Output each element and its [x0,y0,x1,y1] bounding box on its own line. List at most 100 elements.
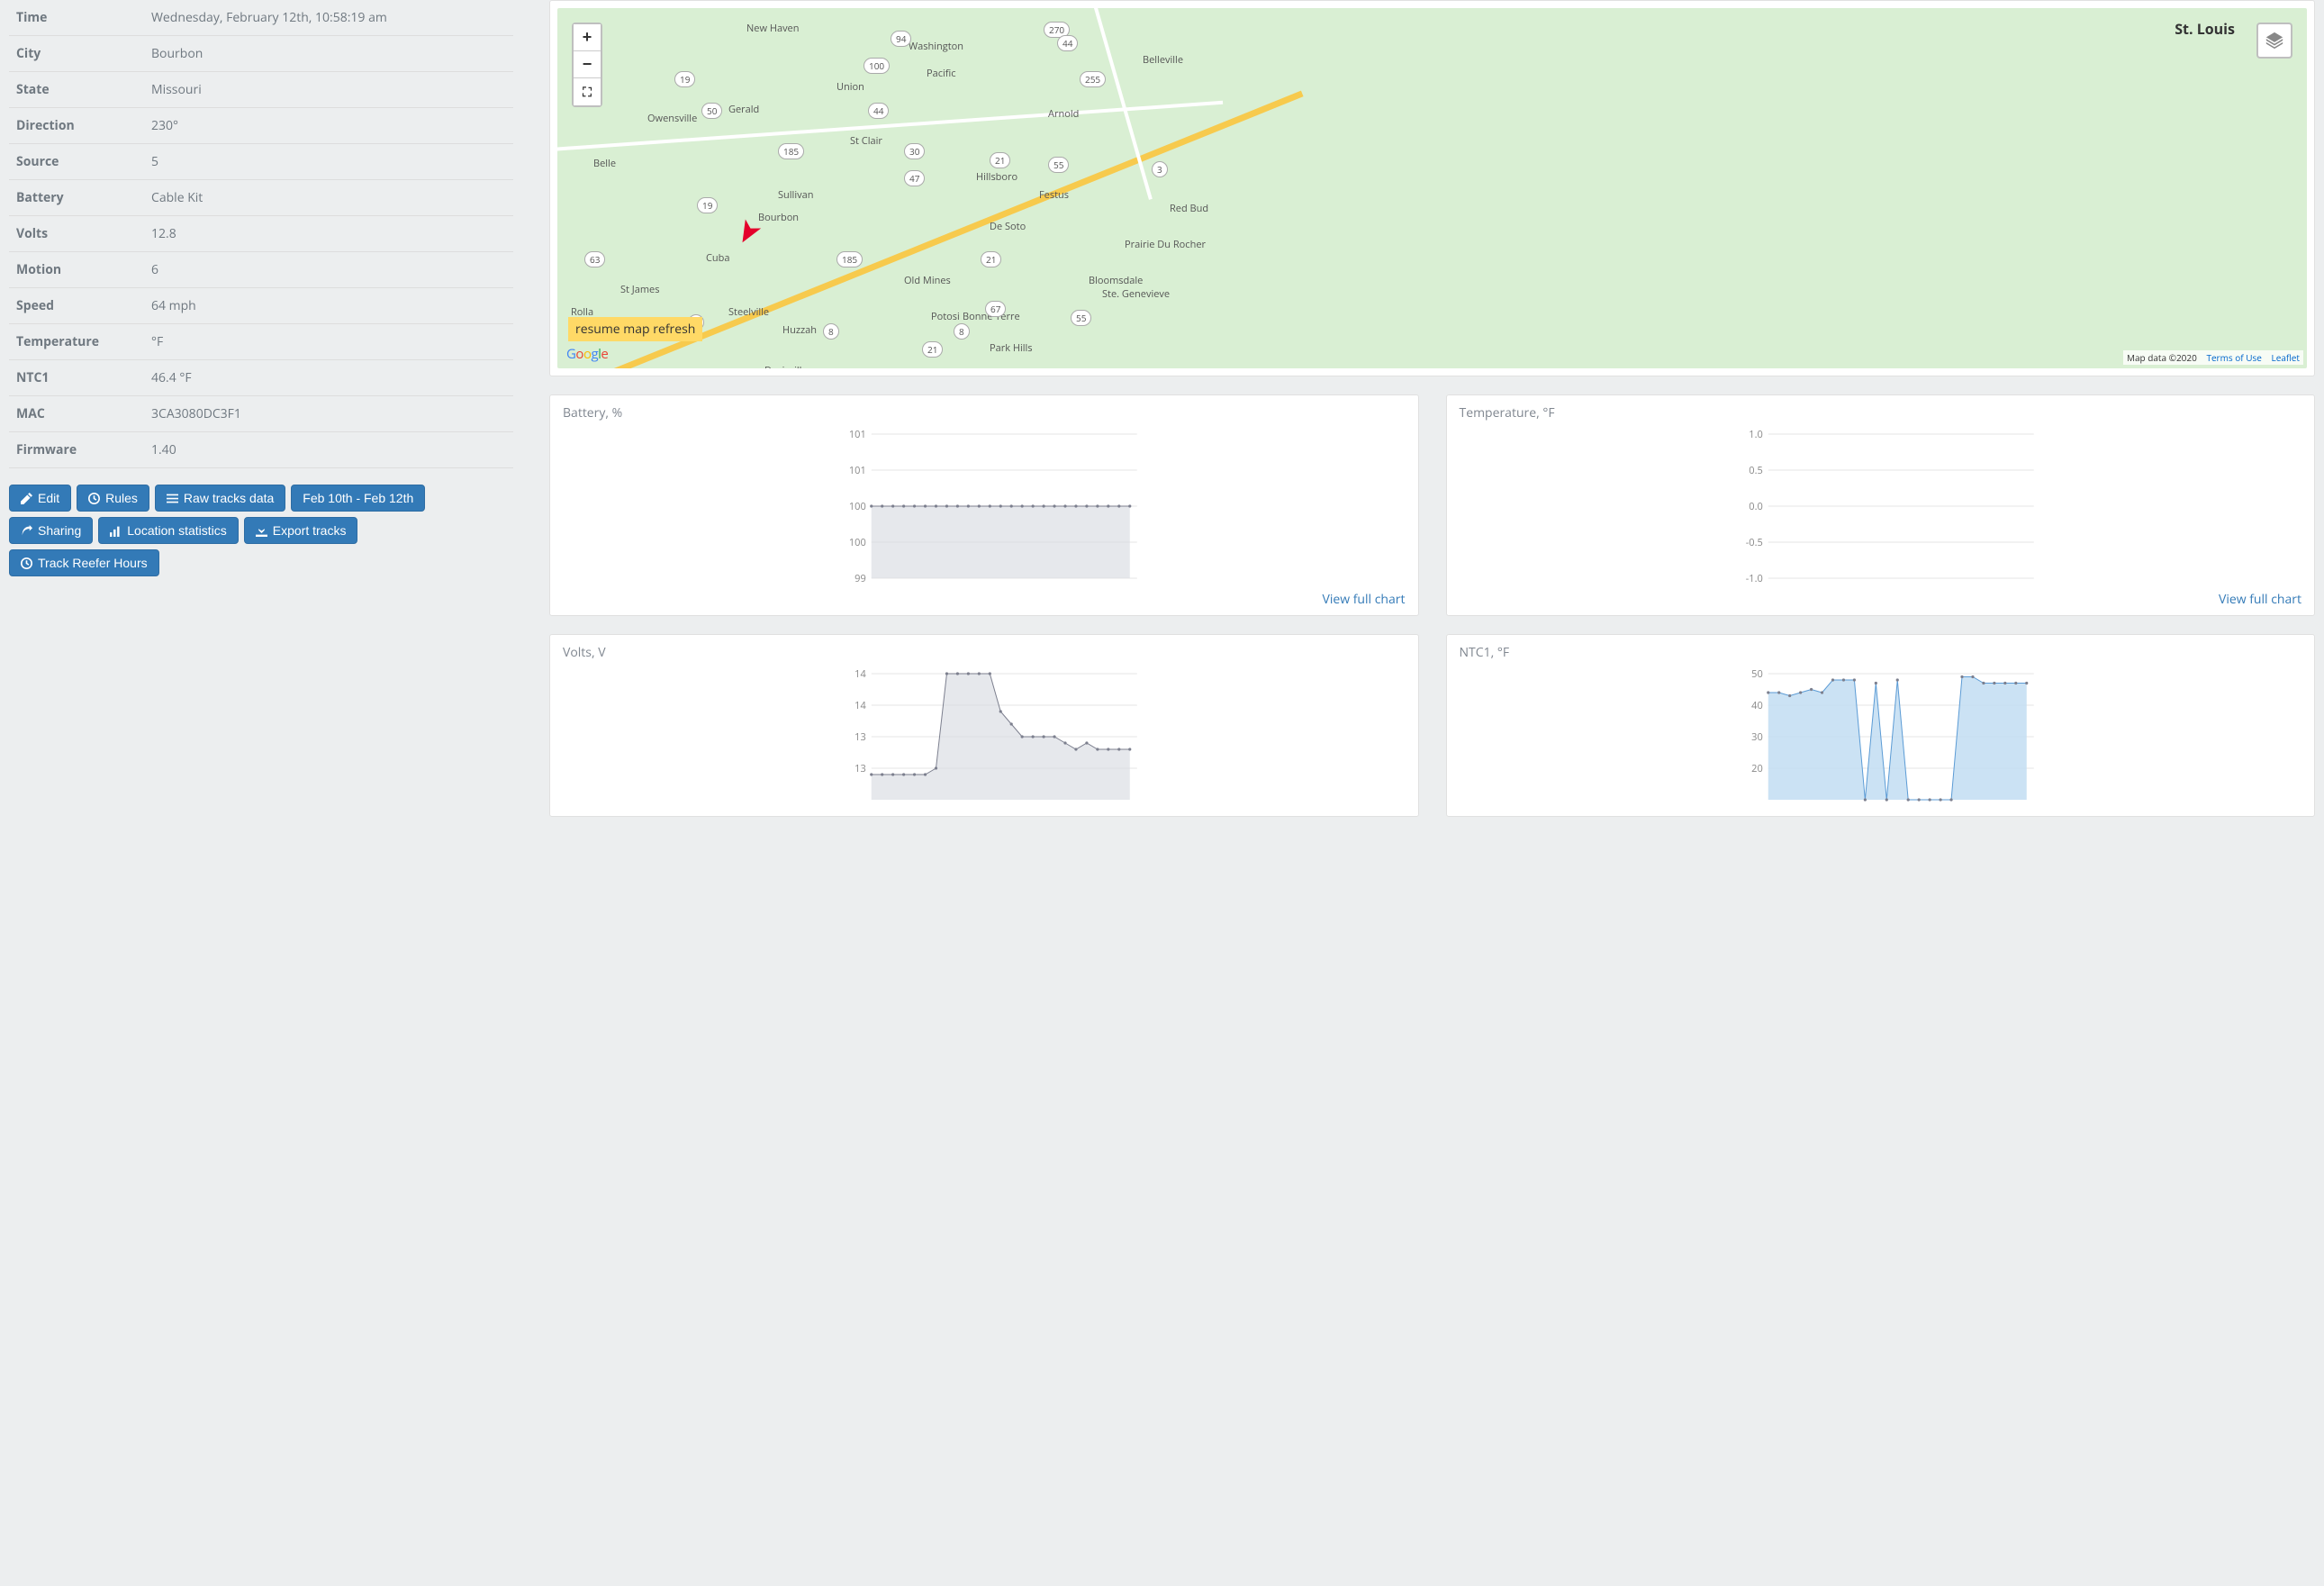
detail-value: 6 [144,252,513,288]
detail-value: 5 [144,144,513,180]
map-city-label: Owensville [647,112,697,125]
action-bar: Edit Rules Raw tracks data Feb 10th - Fe… [9,485,513,576]
export-tracks-button[interactable]: Export tracks [244,517,358,544]
svg-text:100: 100 [849,500,866,513]
rules-button[interactable]: Rules [77,485,149,512]
map-route-badge: 44 [868,103,889,119]
zoom-in-button[interactable]: + [574,24,601,51]
fullscreen-button[interactable]: ⛶ [574,78,601,105]
map-city-label: Belleville [1143,53,1183,67]
map-route-badge: 8 [954,323,970,340]
detail-label: City [9,36,144,72]
map-layers-button[interactable] [2256,23,2292,59]
svg-text:0.0: 0.0 [1749,500,1762,513]
detail-label: NTC1 [9,360,144,396]
terms-link[interactable]: Terms of Use [2206,351,2261,364]
detail-label: Battery [9,180,144,216]
zoom-out-button[interactable]: − [574,51,601,78]
map-city-label: Arnold [1048,107,1079,121]
date-range-button[interactable]: Feb 10th - Feb 12th [291,485,425,512]
map-route-badge: 255 [1080,71,1106,87]
map-route-badge: 19 [697,197,718,213]
map-city-label: Union [836,80,864,94]
detail-value: 64 mph [144,288,513,324]
detail-value: 3CA3080DC3F1 [144,396,513,432]
map-city-label: St James [620,283,659,296]
map-route-badge: 55 [1048,157,1069,173]
date-label: Feb 10th - Feb 12th [303,491,413,505]
svg-text:0.5: 0.5 [1749,464,1762,477]
battery-full-chart-link[interactable]: View full chart [563,591,1406,608]
map-city-label: De Soto [990,220,1026,233]
detail-value: Missouri [144,72,513,108]
map-city-label: Davisville [764,364,808,368]
svg-text:13: 13 [855,730,866,744]
map-city-label: Festus [1039,188,1069,202]
map-zoom-controls: + − ⛶ [572,23,602,107]
svg-text:101: 101 [849,428,866,441]
detail-row: StateMissouri [9,72,513,108]
detail-label: Firmware [9,432,144,468]
svg-text:30: 30 [1751,730,1763,744]
track-reefer-button[interactable]: Track Reefer Hours [9,549,159,576]
detail-row: Speed64 mph [9,288,513,324]
detail-value: Bourbon [144,36,513,72]
leaflet-link[interactable]: Leaflet [2272,351,2300,364]
sharing-label: Sharing [38,523,81,538]
svg-text:100: 100 [849,536,866,549]
detail-row: TimeWednesday, February 12th, 10:58:19 a… [9,0,513,36]
map-city-label: Pacific [927,67,956,80]
battery-chart[interactable]: 99100100101101 [563,425,1406,587]
map-city-label: Bourbon [758,211,799,224]
map-route-badge: 30 [904,143,925,159]
map-city-label: Old Mines [904,274,951,287]
raw-label: Raw tracks data [184,491,274,505]
temperature-chart[interactable]: -1.0-0.50.00.51.0 [1460,425,2302,587]
detail-row: BatteryCable Kit [9,180,513,216]
bar-chart-icon [110,525,122,537]
edit-button[interactable]: Edit [9,485,71,512]
map-city-label: Belle [593,157,616,170]
ntc1-chart[interactable]: 20304050 [1460,665,2302,809]
temperature-full-chart-link[interactable]: View full chart [1460,591,2302,608]
map-city-label: Huzzah [782,323,817,337]
map-route-badge: 8 [823,323,839,340]
map-route-badge: 21 [990,152,1010,168]
pencil-icon [21,493,32,504]
svg-text:14: 14 [855,699,866,712]
detail-label: State [9,72,144,108]
svg-text:14: 14 [855,667,866,681]
map-route-badge: 94 [891,31,911,47]
detail-label: Volts [9,216,144,252]
detail-value: Wednesday, February 12th, 10:58:19 am [144,0,513,36]
volts-chart[interactable]: 13131414 [563,665,1406,809]
map-route-badge: 21 [922,341,943,358]
detail-label: Speed [9,288,144,324]
details-table: TimeWednesday, February 12th, 10:58:19 a… [9,0,513,468]
clock-icon [21,557,32,569]
map-route-badge: 3 [1152,161,1168,177]
map-route-badge: 100 [864,58,890,74]
map-card: St. Louis New HavenWashingtonUnionGerald… [549,0,2315,376]
detail-value: Cable Kit [144,180,513,216]
sharing-button[interactable]: Sharing [9,517,93,544]
google-logo: Google [566,345,608,363]
map[interactable]: St. Louis New HavenWashingtonUnionGerald… [557,8,2307,368]
detail-value: °F [144,324,513,360]
map-route-badge: 19 [674,71,695,87]
detail-label: Motion [9,252,144,288]
svg-text:-0.5: -0.5 [1745,536,1762,549]
ntc1-chart-title: NTC1, °F [1460,644,2302,661]
battery-chart-card: Battery, % 99100100101101 View full char… [549,394,1419,616]
map-city-label: Steelville [728,305,769,319]
location-stats-button[interactable]: Location statistics [98,517,239,544]
temperature-chart-card: Temperature, °F -1.0-0.50.00.51.0 View f… [1446,394,2316,616]
resume-map-refresh-button[interactable]: resume map refresh [568,317,702,341]
detail-value: 1.40 [144,432,513,468]
detail-value: 12.8 [144,216,513,252]
map-route-badge: 55 [1071,310,1091,326]
detail-row: CityBourbon [9,36,513,72]
map-route-badge: 67 [985,301,1006,317]
svg-text:-1.0: -1.0 [1745,572,1762,585]
raw-tracks-button[interactable]: Raw tracks data [155,485,285,512]
